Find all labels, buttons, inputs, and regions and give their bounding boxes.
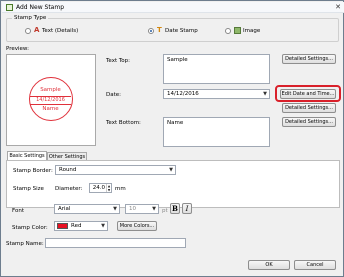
radio-text-details[interactable] — [25, 28, 31, 34]
date-value: 14/12/2016 — [167, 91, 199, 97]
radio-image[interactable] — [225, 28, 231, 34]
stamp-color-label: Stamp Color: — [12, 225, 48, 231]
diameter-label: Diameter: — [55, 186, 83, 192]
stamp-type-label: Stamp Type — [12, 15, 49, 21]
close-icon[interactable]: ✕ — [333, 3, 343, 12]
text-bottom-detailed-settings-button[interactable]: Detailed Settings... — [282, 117, 336, 127]
chevron-down-icon: ▼ — [169, 167, 173, 173]
stamp-border-select[interactable]: Round ▼ — [55, 165, 176, 175]
diameter-stepper[interactable]: 24.0 ▲ ▼ — [89, 183, 112, 193]
radio-date-stamp[interactable] — [148, 28, 154, 34]
text-top-detailed-settings-button[interactable]: Detailed Settings... — [282, 54, 336, 64]
preview-label: Preview: — [6, 46, 29, 52]
font-size-unit: pt — [162, 208, 168, 214]
cancel-button[interactable]: Cancel — [294, 260, 336, 270]
chevron-down-icon: ▼ — [152, 206, 156, 212]
text-bottom-value: Name — [167, 120, 184, 126]
stamp-type-group: Stamp Type A Text (Details) T Date Stamp… — [6, 15, 339, 42]
stamp-border-value: Round — [59, 167, 77, 173]
stamp-preview-bottom-text: Name — [42, 106, 59, 112]
font-size-select[interactable]: 10 ▼ — [125, 204, 159, 214]
text-top-value: Sample — [167, 57, 188, 63]
color-swatch — [57, 223, 68, 229]
stamp-name-label: Stamp Name: — [6, 241, 44, 247]
add-new-stamp-dialog: Add New Stamp ✕ Stamp Type A Text (Detai… — [0, 0, 344, 277]
text-bottom-label: Text Bottom: — [106, 120, 141, 126]
text-stamp-icon: A — [34, 26, 40, 34]
option-image-label[interactable]: Image — [243, 28, 260, 34]
date-label: Date: — [106, 92, 121, 98]
date-stamp-icon: T — [157, 26, 162, 34]
stamp-size-label: Stamp Size — [13, 186, 44, 192]
more-colors-button[interactable]: More Colors... — [117, 221, 157, 231]
stamp-preview-line-2 — [30, 104, 71, 105]
stepper-arrows-icon[interactable]: ▲ ▼ — [106, 184, 111, 192]
tab-other-settings[interactable]: Other Settings — [47, 152, 87, 160]
font-value: Arial — [58, 206, 71, 212]
stamp-preview: Sample 14/12/2016 Name — [29, 77, 73, 121]
option-date-stamp-label[interactable]: Date Stamp — [165, 28, 198, 34]
window-title: Add New Stamp — [16, 4, 65, 11]
settings-panel: Stamp Border: Round ▼ Stamp Size Diamete… — [6, 160, 340, 208]
bold-button[interactable]: B — [170, 203, 180, 214]
app-icon — [6, 4, 13, 11]
font-size-value: 10 — [129, 206, 136, 212]
option-text-details-label[interactable]: Text (Details) — [42, 28, 78, 34]
chevron-down-icon: ▼ — [263, 91, 267, 97]
title-bar: Add New Stamp ✕ — [2, 2, 344, 13]
stamp-color-select[interactable]: Red ▼ — [54, 221, 108, 231]
stamp-border-label: Stamp Border: — [13, 168, 53, 174]
ok-button[interactable]: OK — [248, 260, 290, 270]
font-select[interactable]: Arial ▼ — [54, 204, 120, 214]
date-select[interactable]: 14/12/2016 ▼ — [163, 89, 270, 99]
stamp-preview-date-text: 14/12/2016 — [36, 97, 65, 103]
text-bottom-input[interactable]: Name — [163, 117, 270, 147]
font-label: Font — [12, 208, 24, 214]
edit-date-time-button[interactable]: Edit Date and Time... — [280, 89, 336, 99]
image-stamp-icon — [234, 27, 241, 34]
text-top-label: Text Top: — [106, 58, 131, 64]
stamp-preview-top-text: Sample — [40, 87, 61, 93]
chevron-down-icon: ▼ — [101, 223, 105, 229]
diameter-unit: mm — [115, 186, 126, 192]
stamp-color-value: Red — [71, 223, 82, 229]
date-detailed-settings-button[interactable]: Detailed Settings... — [282, 103, 336, 113]
preview-panel: Sample 14/12/2016 Name — [6, 54, 96, 146]
chevron-down-icon: ▼ — [113, 206, 117, 212]
stamp-name-input[interactable] — [45, 238, 186, 248]
diameter-value: 24.0 — [92, 185, 105, 191]
italic-button[interactable]: I — [182, 203, 192, 214]
text-top-input[interactable]: Sample — [163, 54, 270, 84]
